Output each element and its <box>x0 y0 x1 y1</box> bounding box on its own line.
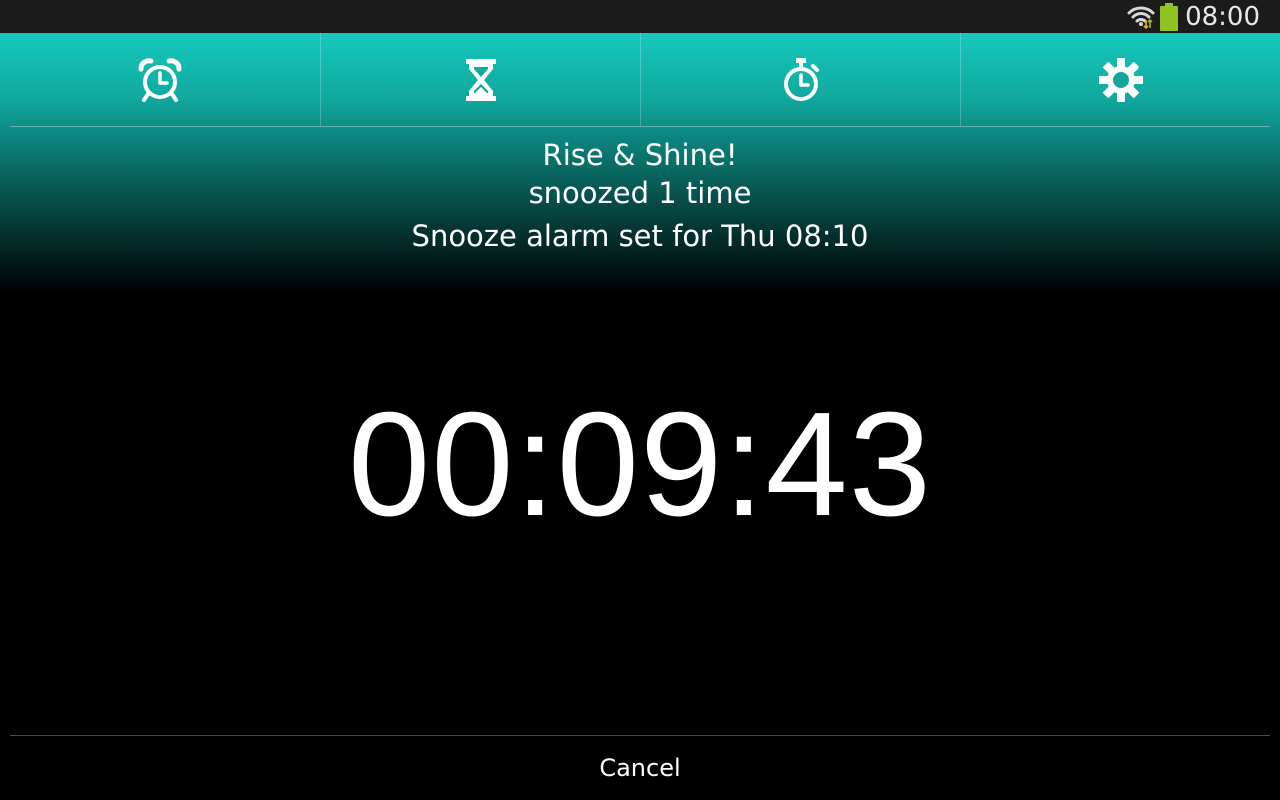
hourglass-icon <box>465 58 496 101</box>
stopwatch-icon <box>783 57 819 101</box>
status-bar: 08:00 <box>0 0 1280 33</box>
gear-icon <box>1098 57 1143 102</box>
snooze-info: Snooze alarm set for Thu 08:10 <box>411 219 869 253</box>
status-icons: 08:00 <box>1127 0 1260 33</box>
alarm-info: Rise & Shine! snoozed 1 time Snooze alar… <box>0 136 1280 255</box>
alarm-title: Rise & Shine! <box>542 138 738 172</box>
tab-stopwatch[interactable] <box>640 33 960 126</box>
battery-icon <box>1160 2 1179 31</box>
alarm-clock-icon <box>138 57 182 102</box>
wifi-icon <box>1127 6 1155 29</box>
tabs-divider <box>10 126 1270 127</box>
countdown-timer: 00:09:43 <box>347 382 933 547</box>
cancel-button[interactable]: Cancel <box>0 736 1280 800</box>
tab-bar <box>0 33 1280 126</box>
tab-alarm[interactable] <box>0 33 320 126</box>
tab-timer[interactable] <box>320 33 640 126</box>
snooze-count: snoozed 1 time <box>528 176 752 210</box>
status-time: 08:00 <box>1185 1 1260 32</box>
tab-settings[interactable] <box>960 33 1280 126</box>
